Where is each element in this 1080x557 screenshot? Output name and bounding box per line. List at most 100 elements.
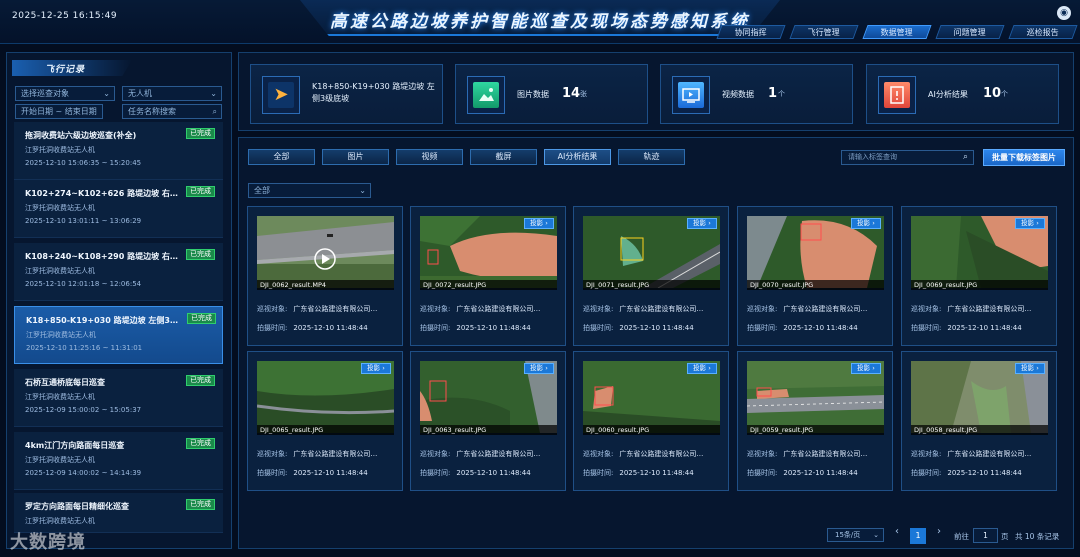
category-select[interactable]: 全部 ⌄ [248,183,371,198]
record-title: K108+240~K108+290 路堤边坡 右侧3级… [25,252,180,261]
media-card[interactable]: 投影 › DJI_0058_result.JPG 巡视对象: 广东省公路建设有限公司…… [901,351,1057,491]
inspect-label: 巡视对象: [420,305,451,313]
nav-tab-data[interactable]: 数据管理 [862,25,932,39]
tab-track[interactable]: 轨迹 [618,149,685,165]
media-card[interactable]: DJI_0062_result.MP4 巡视对象: 广东省公路建设有限公司… 拍摄时间… [247,206,403,346]
batch-download-button[interactable]: 批量下载标签图片 [983,149,1065,166]
images-label: 图片数据 [517,90,549,99]
datetime-display: 2025-12-25 16:15:49 [12,11,118,21]
record-time: 2025-12-09 14:00:02 ~ 14:14:39 [25,469,142,477]
inspect-label: 巡视对象: [911,305,942,313]
page-size-select[interactable]: 15条/页 ⌄ [827,528,884,542]
tag-search-input[interactable]: 请输入标签查询 ⌕ [841,150,974,165]
media-card[interactable]: 投影 › DJI_0070_result.JPG 巡视对象: 广东省公路建设有限公司…… [737,206,893,346]
stat-icon-frame: ➤ [262,76,300,114]
capture-time-label: 拍摄时间: [583,324,614,332]
flight-record-item[interactable]: 拖洞收费站六级边坡巡查(补全) 已完成 江罗托洞收费站无人机 2025-12-10 1… [14,122,223,180]
nav-tab-flight[interactable]: 飞行管理 [789,25,859,39]
record-title: K102+274~K102+626 路堤边坡 右侧3级… [25,189,180,198]
media-card[interactable]: 投影 › DJI_0071_result.JPG 巡视对象: 广东省公路建设有限公司…… [573,206,729,346]
projection-label: 投影 [857,364,871,372]
search-icon[interactable]: ⌕ [963,151,968,164]
chevron-down-icon: ⌄ [103,89,110,98]
capture-time-row: 拍摄时间: 2025-12-10 11:48:44 [583,468,694,478]
capture-time-value: 2025-12-10 11:48:44 [456,469,531,477]
media-card[interactable]: 投影 › DJI_0059_result.JPG 巡视对象: 广东省公路建设有限公司…… [737,351,893,491]
record-time: 2025-12-10 11:25:16 ~ 11:31:01 [26,344,143,352]
media-card[interactable]: 投影 › DJI_0069_result.JPG 巡视对象: 广东省公路建设有限公司…… [901,206,1057,346]
end-date-placeholder: 结束日期 [64,107,97,116]
inspect-label: 巡视对象: [583,305,614,313]
projection-button[interactable]: 投影 › [361,363,391,374]
projection-button[interactable]: 投影 › [851,363,881,374]
media-thumbnail[interactable] [257,216,394,288]
app-title: 高速公路边坡养护智能巡查及现场态势感知系统 [330,12,750,32]
goto-page-input[interactable]: 1 [973,528,998,543]
inspect-label: 巡视对象: [911,450,942,458]
inspect-label: 巡视对象: [747,450,778,458]
inspect-object-select[interactable]: 选择巡查对象 ⌄ [15,86,115,101]
flight-record-item[interactable]: K108+240~K108+290 路堤边坡 右侧3级… 已完成江罗托洞收费站无人… [14,243,223,301]
capture-time-value: 2025-12-10 11:48:44 [947,324,1022,332]
inspect-value: 广东省公路建设有限公司… [619,450,704,458]
nav-tab-command[interactable]: 协同指挥 [716,25,786,39]
task-search-input[interactable]: 任务名称搜索 ⌕ [122,104,222,119]
projection-button[interactable]: 投影 › [687,363,717,374]
capture-time-value: 2025-12-10 11:48:44 [619,324,694,332]
select-value: 全部 [254,186,270,195]
task-search-placeholder: 任务名称搜索 [128,107,176,116]
nav-tab-issues[interactable]: 问题管理 [935,25,1005,39]
media-card[interactable]: 投影 › DJI_0072_result.JPG 巡视对象: 广东省公路建设有限公司…… [410,206,566,346]
nav-tab-reports[interactable]: 巡检报告 [1008,25,1078,39]
flight-record-item[interactable]: K102+274~K102+626 路堤边坡 右侧3级… 已完成江罗托洞收费站无人… [14,180,223,238]
projection-button[interactable]: 投影 › [1015,363,1045,374]
flight-record-item[interactable]: K18+850-K19+030 路堤边坡 左侧3级底坡 已完成 江罗托洞收费站无人机… [14,306,223,364]
capture-time-label: 拍摄时间: [257,469,288,477]
tab-ai-results[interactable]: AI分析结果 [544,149,611,165]
inspect-label: 巡视对象: [257,305,288,313]
page-size-value: 15条/页 [835,531,861,539]
user-icon[interactable]: ◉ [1057,6,1071,20]
inspect-value: 广东省公路建设有限公司… [947,305,1032,313]
flight-record-item[interactable]: 石桥互通桥底每日巡查 已完成 江罗托洞收费站无人机 2025-12-09 15:00:… [14,369,223,427]
select-value: 选择巡查对象 [21,89,69,98]
tab-images[interactable]: 图片 [322,149,389,165]
projection-button[interactable]: 投影 › [687,218,717,229]
capture-time-value: 2025-12-10 11:48:44 [947,469,1022,477]
file-name: DJI_0062_result.MP4 [257,280,394,290]
inspect-object-row: 巡视对象: 广东省公路建设有限公司… [420,449,540,459]
media-card[interactable]: 投影 › DJI_0065_result.JPG 巡视对象: 广东省公路建设有限公司…… [247,351,403,491]
projection-label: 投影 [693,364,707,372]
status-badge: 已完成 [186,186,215,197]
tab-screenshots[interactable]: 截屏 [470,149,537,165]
drone-select[interactable]: 无人机 ⌄ [122,86,222,101]
search-icon[interactable]: ⌕ [213,105,217,118]
projection-button[interactable]: 投影 › [851,218,881,229]
ai-report-icon [884,82,910,108]
projection-button[interactable]: 投影 › [1015,218,1045,229]
flight-record-item[interactable]: 4km江门方向路面每日巡查 已完成 江罗托洞收费站无人机 2025-12-09 14:… [14,432,223,490]
nav-tab-label: 飞行管理 [807,28,840,37]
tab-videos[interactable]: 视频 [396,149,463,165]
capture-time-value: 2025-12-10 11:48:44 [456,324,531,332]
flight-record-item[interactable]: 罗定方向路面每日精细化巡查 已完成 江罗托洞收费站无人机 [14,493,223,533]
send-icon: ➤ [268,82,294,108]
next-page-icon[interactable]: › [937,526,941,537]
file-name: DJI_0063_result.JPG [420,425,557,435]
projection-button[interactable]: 投影 › [524,363,554,374]
date-range-input[interactable]: 开始日期 ~ 结束日期 [15,104,103,119]
status-badge: 已完成 [186,375,215,386]
media-card[interactable]: 投影 › DJI_0063_result.JPG 巡视对象: 广东省公路建设有限公司…… [410,351,566,491]
capture-time-label: 拍摄时间: [911,469,942,477]
page-number-current[interactable]: 1 [910,528,926,544]
capture-time-label: 拍摄时间: [420,324,451,332]
page-unit-label: 页 [1001,532,1009,541]
tab-all[interactable]: 全部 [248,149,315,165]
record-drone: 江罗托洞收费站无人机 [26,331,96,339]
prev-page-icon[interactable]: ‹ [895,526,899,537]
inspect-object-row: 巡视对象: 广东省公路建设有限公司… [747,449,867,459]
media-card[interactable]: 投影 › DJI_0060_result.JPG 巡视对象: 广东省公路建设有限公司…… [573,351,729,491]
trip-name: K18+850-K19+030 路堤边坡 左侧3级底坡 [312,82,435,103]
projection-button[interactable]: 投影 › [524,218,554,229]
stat-ai: AI分析结果 10 个 [866,64,1059,124]
